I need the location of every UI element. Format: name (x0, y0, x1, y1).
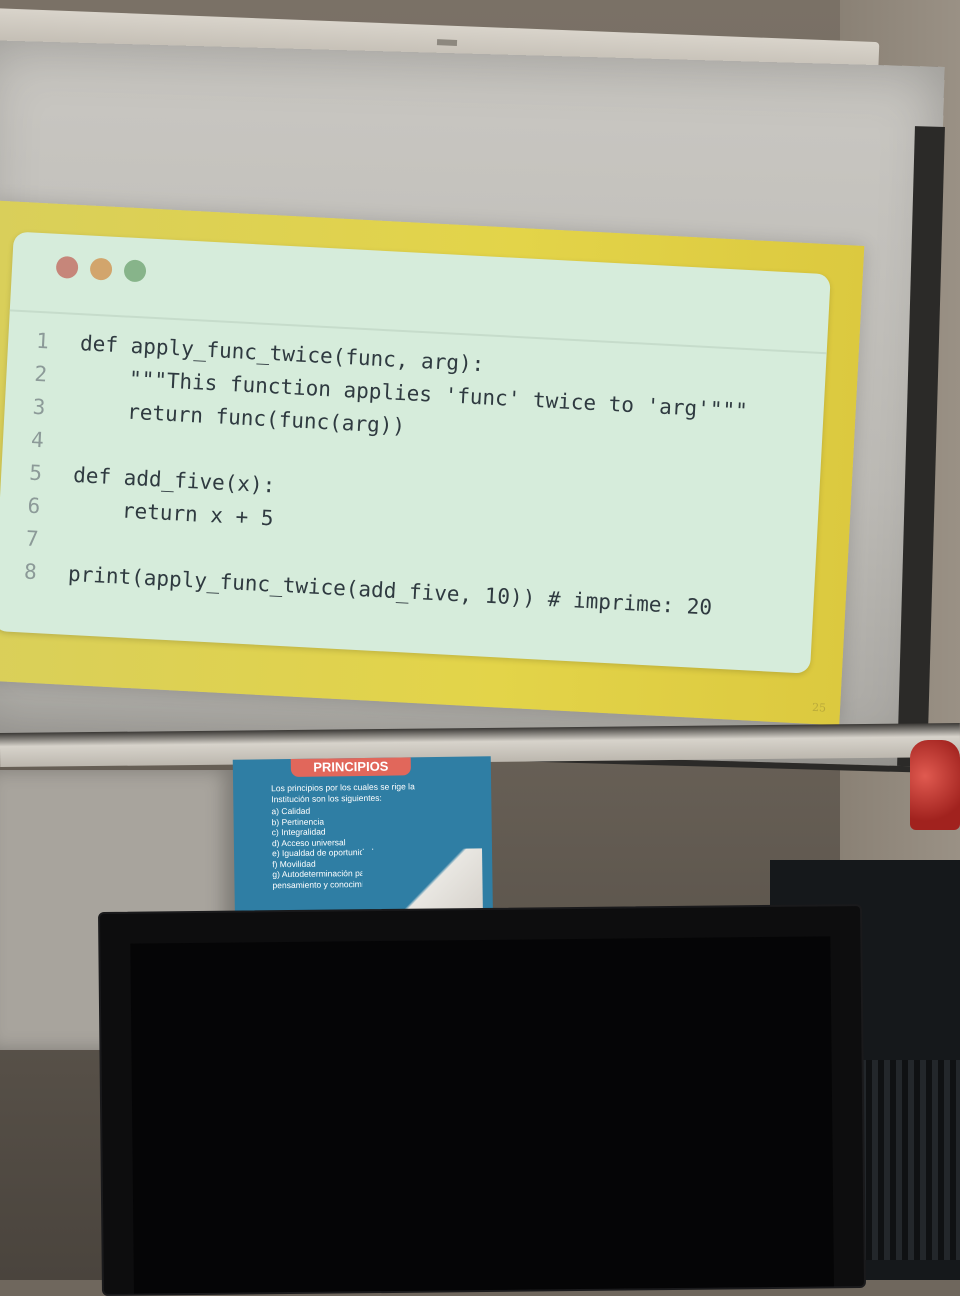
projector-screen: 1 def apply_func_twice(func, arg): 2 """T… (0, 40, 945, 773)
roller-brand-tag (436, 39, 458, 46)
line-number: 7 (25, 526, 40, 552)
maximize-dot-icon (123, 259, 147, 283)
line-number: 1 (35, 328, 50, 354)
line-number: 5 (28, 460, 43, 486)
monitor-screen (130, 936, 834, 1294)
line-number: 4 (30, 427, 45, 453)
minimize-dot-icon (89, 257, 113, 281)
cabinet-vent (860, 1060, 960, 1260)
computer-monitor (98, 904, 866, 1296)
line-number: 2 (33, 361, 48, 387)
line-number: 6 (26, 493, 41, 519)
poster-title: PRINCIPIOS (290, 757, 411, 777)
fire-extinguisher (910, 740, 960, 830)
close-dot-icon (55, 255, 79, 279)
code-block: 1 def apply_func_twice(func, arg): 2 """T… (23, 329, 750, 630)
presentation-slide: 1 def apply_func_twice(func, arg): 2 """T… (0, 200, 865, 726)
line-number: 3 (32, 394, 47, 420)
poster-intro: Los principios por los cuales se rige la… (271, 781, 415, 804)
code-window: 1 def apply_func_twice(func, arg): 2 """T… (0, 231, 831, 674)
window-controls (55, 255, 147, 283)
line-number: 8 (23, 559, 38, 585)
slide-page-number: 25 (811, 700, 827, 715)
